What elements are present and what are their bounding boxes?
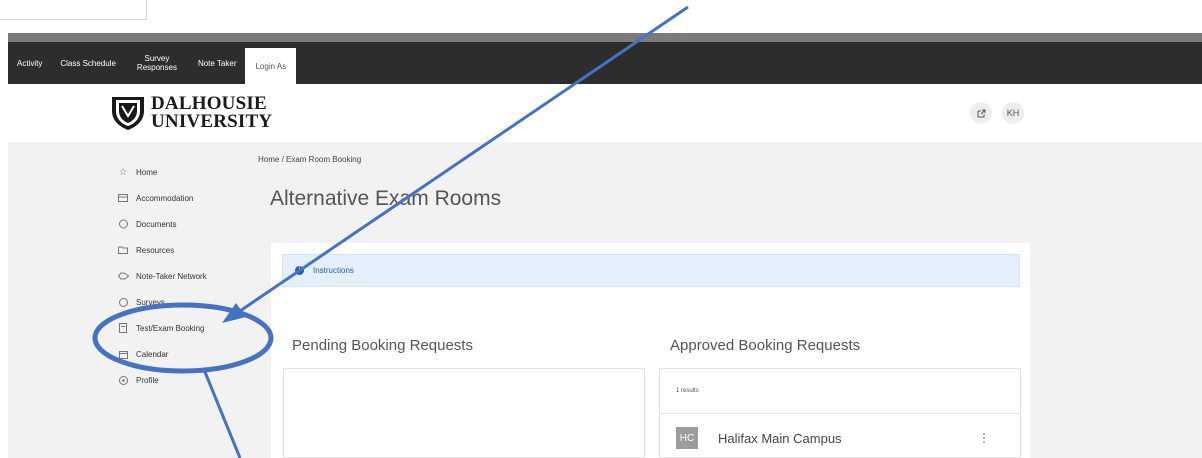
- divider: [660, 413, 1020, 414]
- instructions-alert[interactable]: i Instructions: [282, 254, 1020, 287]
- booking-icon: [116, 322, 130, 334]
- user-initials: KH: [1006, 108, 1020, 118]
- tab-class-schedule[interactable]: Class Schedule: [51, 42, 125, 84]
- campus-avatar: HC: [676, 427, 698, 449]
- tab-login-as[interactable]: Login As: [245, 48, 297, 84]
- results-count: 1 results: [676, 388, 699, 394]
- list-item[interactable]: HC Halifax Main Campus: [676, 427, 842, 449]
- sidebar-item-label: Profile: [136, 375, 159, 385]
- approved-requests-panel: 1 results HC Halifax Main Campus ⋮: [659, 368, 1021, 458]
- sidebar-item-documents[interactable]: Documents: [116, 211, 246, 237]
- tab-note-taker[interactable]: Note Taker: [189, 42, 246, 84]
- campus-name: Halifax Main Campus: [718, 430, 842, 446]
- sidebar-item-home[interactable]: ☆ Home: [116, 159, 246, 185]
- pending-requests-title: Pending Booking Requests: [292, 337, 473, 354]
- logo-line-2: UNIVERSITY: [151, 111, 273, 132]
- tab-activity[interactable]: Activity: [8, 42, 51, 84]
- top-strip: [0, 0, 1202, 33]
- sidebar-item-label: Test/Exam Booking: [136, 323, 205, 333]
- sidebar-item-label: Home: [136, 167, 158, 177]
- external-link-icon[interactable]: [970, 102, 992, 124]
- sidebar-item-calendar[interactable]: Calendar: [116, 341, 246, 367]
- info-icon: i: [295, 266, 304, 275]
- calendar-icon: [116, 348, 130, 360]
- card-icon: [116, 192, 130, 204]
- external-link-glyph: [977, 109, 985, 117]
- star-icon: ☆: [118, 166, 128, 178]
- approved-requests-title: Approved Booking Requests: [670, 337, 861, 354]
- admin-nav-bar: Activity Class Schedule Survey Responses…: [8, 42, 1202, 84]
- folder-icon: [116, 244, 130, 256]
- profile-icon: [116, 374, 130, 386]
- breadcrumb[interactable]: Home / Exam Room Booking: [258, 155, 361, 164]
- window-border: [8, 33, 1202, 42]
- pending-requests-panel: [283, 368, 645, 458]
- top-input-box: [0, 0, 147, 20]
- site-header: DALHOUSIE UNIVERSITY KH: [8, 84, 1202, 142]
- tab-survey-responses[interactable]: Survey Responses: [125, 42, 189, 84]
- sidebar-item-label: Calendar: [136, 349, 169, 359]
- logo-text: DALHOUSIE UNIVERSITY: [151, 94, 273, 132]
- sidebar-item-label: Note-Taker Network: [136, 271, 207, 281]
- page-title: Alternative Exam Rooms: [270, 187, 502, 210]
- handshake-icon: [116, 270, 130, 282]
- sidebar-item-surveys[interactable]: Surveys: [116, 289, 246, 315]
- sidebar-item-label: Accommodation: [136, 193, 194, 203]
- handshake-glyph: [117, 272, 129, 280]
- card-glyph: [118, 194, 128, 202]
- folder-glyph: [118, 246, 128, 254]
- sidebar-item-label: Surveys: [136, 297, 165, 307]
- instructions-label: Instructions: [313, 266, 354, 275]
- shield-icon: [112, 97, 144, 130]
- sidebar-item-label: Documents: [136, 219, 177, 229]
- dalhousie-logo[interactable]: DALHOUSIE UNIVERSITY: [108, 94, 273, 132]
- booking-glyph: [119, 323, 127, 333]
- survey-glyph: [118, 297, 128, 307]
- sidebar: ☆ Home Accommodation Documents Resources…: [116, 159, 246, 393]
- survey-icon: [116, 296, 130, 308]
- profile-glyph: [118, 375, 128, 385]
- sidebar-item-note-taker-network[interactable]: Note-Taker Network: [116, 263, 246, 289]
- sidebar-item-test-exam-booking[interactable]: Test/Exam Booking: [116, 315, 246, 341]
- sidebar-item-accommodation[interactable]: Accommodation: [116, 185, 246, 211]
- sidebar-item-resources[interactable]: Resources: [116, 237, 246, 263]
- sidebar-item-label: Resources: [136, 245, 175, 255]
- document-icon: [116, 218, 130, 230]
- calendar-glyph: [118, 350, 128, 359]
- sidebar-item-profile[interactable]: Profile: [116, 367, 246, 393]
- user-avatar-button[interactable]: KH: [1002, 102, 1024, 124]
- more-options-icon[interactable]: ⋮: [978, 431, 990, 445]
- document-glyph: [118, 219, 128, 229]
